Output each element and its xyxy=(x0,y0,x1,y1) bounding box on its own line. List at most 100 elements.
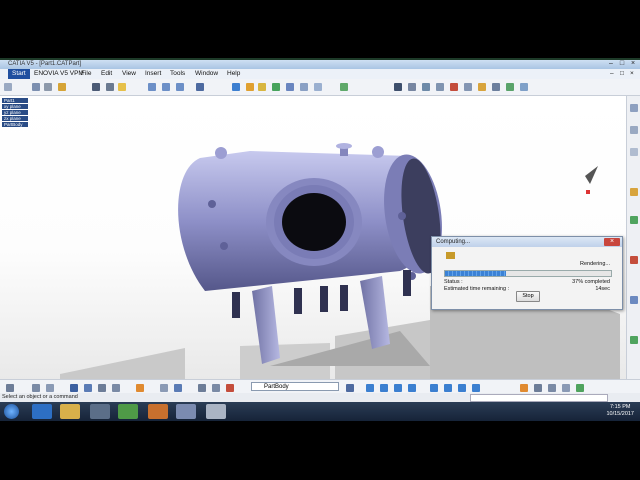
explorer-icon[interactable] xyxy=(60,404,80,419)
tool-icon[interactable] xyxy=(174,384,182,392)
rib-icon[interactable] xyxy=(286,83,294,91)
top-toolbar xyxy=(0,79,640,96)
measure-icon[interactable] xyxy=(394,83,402,91)
pocket-icon[interactable] xyxy=(246,83,254,91)
axis-icon[interactable] xyxy=(436,83,444,91)
scale-icon[interactable] xyxy=(478,83,486,91)
pan-icon[interactable] xyxy=(162,83,170,91)
loft-icon[interactable] xyxy=(314,83,322,91)
taskbar-clock[interactable]: 7:15 PM 10/15/2017 xyxy=(606,404,634,418)
tool-icon[interactable] xyxy=(346,384,354,392)
tool-icon[interactable] xyxy=(630,296,638,304)
tool-icon[interactable] xyxy=(430,384,438,392)
current-body-value: PartBody xyxy=(264,384,289,390)
tool-icon[interactable] xyxy=(136,384,144,392)
tool-icon[interactable] xyxy=(520,384,528,392)
command-input[interactable] xyxy=(470,394,608,402)
chrome-icon[interactable] xyxy=(118,404,138,419)
tool-icon[interactable] xyxy=(472,384,480,392)
dialog-state: Rendering... xyxy=(580,261,610,267)
menu-start[interactable]: Start xyxy=(8,69,30,79)
tool-icon[interactable] xyxy=(198,384,206,392)
save-icon[interactable] xyxy=(32,83,40,91)
close-button[interactable]: × xyxy=(628,60,638,68)
apply-material-icon[interactable] xyxy=(408,83,416,91)
fit-all-icon[interactable] xyxy=(196,83,204,91)
menu-file[interactable]: File xyxy=(81,69,91,79)
constraint-icon[interactable] xyxy=(422,83,430,91)
print-icon[interactable] xyxy=(44,83,52,91)
menu-tools[interactable]: Tools xyxy=(170,69,185,79)
tool-icon[interactable] xyxy=(444,384,452,392)
tool-icon[interactable] xyxy=(98,384,106,392)
hole-icon[interactable] xyxy=(272,83,280,91)
restore-button[interactable]: □ xyxy=(617,60,627,68)
start-orb-icon[interactable] xyxy=(4,404,19,419)
tool-icon[interactable] xyxy=(394,384,402,392)
computing-dialog: Computing... × Rendering... Status : 37%… xyxy=(431,236,623,310)
fillet-icon[interactable] xyxy=(340,83,348,91)
catia-icon[interactable] xyxy=(176,404,196,419)
tool-icon[interactable] xyxy=(160,384,168,392)
menu-insert[interactable]: Insert xyxy=(145,69,161,79)
stop-button[interactable]: Stop xyxy=(516,291,540,302)
menu-view[interactable]: View xyxy=(122,69,136,79)
shell-icon[interactable] xyxy=(520,83,528,91)
menu-edit[interactable]: Edit xyxy=(101,69,112,79)
pencil-icon[interactable] xyxy=(118,83,126,91)
firefox-icon[interactable] xyxy=(148,404,168,419)
tool-icon[interactable] xyxy=(630,188,638,196)
pattern-icon[interactable] xyxy=(464,83,472,91)
fly-icon[interactable] xyxy=(148,83,156,91)
tool-icon[interactable] xyxy=(32,384,40,392)
mirror-icon[interactable] xyxy=(450,83,458,91)
tool-icon[interactable] xyxy=(630,104,638,112)
draft-icon[interactable] xyxy=(506,83,514,91)
tool-icon[interactable] xyxy=(70,384,78,392)
sketch-icon[interactable] xyxy=(92,83,100,91)
tool-icon[interactable] xyxy=(226,384,234,392)
shaft-icon[interactable] xyxy=(258,83,266,91)
open-icon[interactable] xyxy=(58,83,66,91)
tool-icon[interactable] xyxy=(84,384,92,392)
doc-close-button[interactable]: × xyxy=(630,69,634,79)
tool-icon[interactable] xyxy=(408,384,416,392)
tool-icon[interactable] xyxy=(6,384,14,392)
tool-icon[interactable] xyxy=(630,148,638,156)
dialog-close-button[interactable]: × xyxy=(604,238,620,246)
tool-icon[interactable] xyxy=(630,336,638,344)
progress-bar xyxy=(444,270,612,277)
current-body-combo[interactable]: PartBody xyxy=(251,382,339,391)
select-icon[interactable] xyxy=(4,83,12,91)
doc-minimize-button[interactable]: – xyxy=(610,69,614,79)
slot-icon[interactable] xyxy=(300,83,308,91)
minimize-button[interactable]: – xyxy=(606,60,616,68)
thickness-icon[interactable] xyxy=(492,83,500,91)
tool-icon[interactable] xyxy=(112,384,120,392)
status-bar: Select an object or a command xyxy=(0,393,640,402)
tool-icon[interactable] xyxy=(458,384,466,392)
app-icon[interactable] xyxy=(206,404,226,419)
tool-icon[interactable] xyxy=(366,384,374,392)
tool-icon[interactable] xyxy=(630,216,638,224)
tool-icon[interactable] xyxy=(630,256,638,264)
tool-icon[interactable] xyxy=(630,126,638,134)
tool-icon[interactable] xyxy=(576,384,584,392)
tool-icon[interactable] xyxy=(534,384,542,392)
media-icon[interactable] xyxy=(90,404,110,419)
tool-icon[interactable] xyxy=(548,384,556,392)
menu-window[interactable]: Window xyxy=(195,69,218,79)
rotate-icon[interactable] xyxy=(176,83,184,91)
tool-icon[interactable] xyxy=(212,384,220,392)
doc-restore-button[interactable]: □ xyxy=(620,69,624,79)
tool-icon[interactable] xyxy=(562,384,570,392)
ie-icon[interactable] xyxy=(32,404,52,419)
tool-icon[interactable] xyxy=(46,384,54,392)
tool-icon[interactable] xyxy=(380,384,388,392)
line-icon[interactable] xyxy=(106,83,114,91)
menu-help[interactable]: Help xyxy=(227,69,240,79)
pad-icon[interactable] xyxy=(232,83,240,91)
menu-enovia[interactable]: ENOVIA V5 VPM xyxy=(34,69,84,79)
rendering-icon xyxy=(446,252,455,259)
window-title: CATIA V5 - [Part1.CATPart] xyxy=(8,61,82,67)
